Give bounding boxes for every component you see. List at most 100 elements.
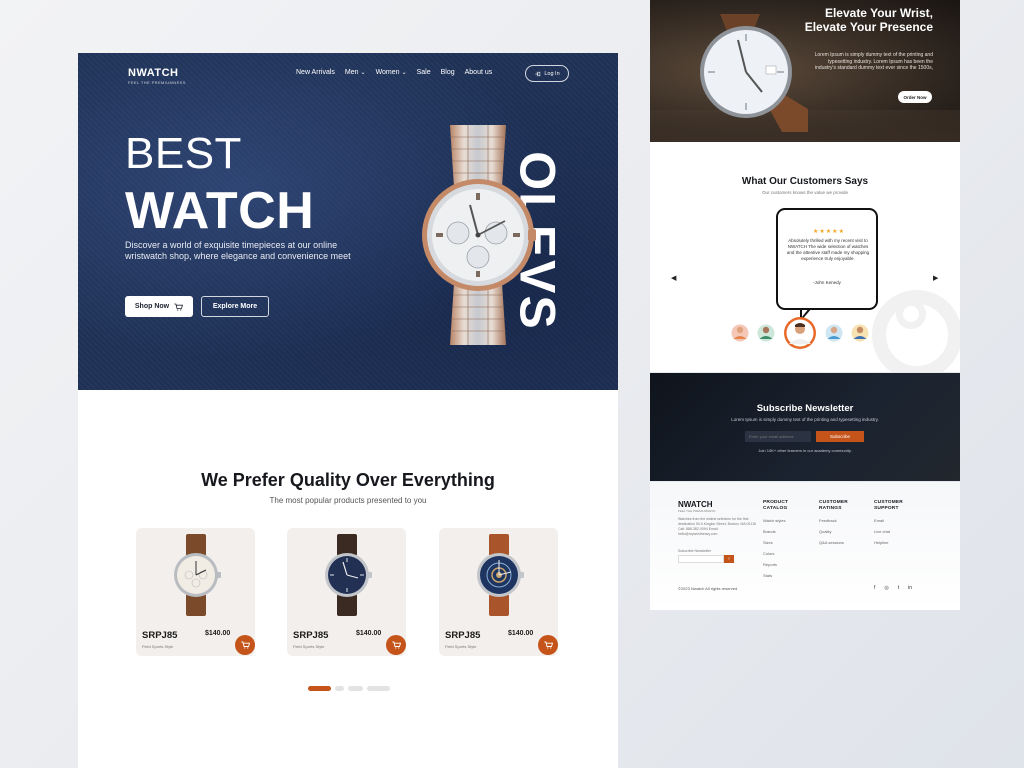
footer-column-product-catalog: PRODUCT CATALOG Watch styles Brands Size… — [763, 500, 809, 578]
pagination-dot[interactable] — [335, 686, 344, 691]
footer-link[interactable]: Quality — [819, 529, 871, 534]
avatar[interactable] — [731, 324, 749, 342]
product-name: SRPJ85 — [142, 630, 178, 641]
cart-icon — [543, 641, 553, 649]
left-arrow-icon[interactable]: ◀ — [671, 274, 676, 282]
subscribe-button[interactable]: Subscribe — [816, 431, 864, 442]
avatar[interactable] — [825, 324, 843, 342]
section-subtitle: The most popular products presented to y… — [269, 496, 427, 505]
shop-now-button[interactable]: Shop Now — [125, 296, 193, 317]
testimonials-section: What Our Customers Says Our customers kn… — [650, 142, 960, 372]
footer-link[interactable]: Brands — [763, 529, 809, 534]
brand-tagline: FEEL THE PREMIUMNESS — [128, 80, 186, 85]
decorative-ring — [896, 299, 926, 329]
hero-description: Discover a world of exquisite timepieces… — [125, 240, 351, 261]
nav-label: Blog — [440, 69, 455, 76]
footer-link[interactable]: Live chat — [874, 529, 918, 534]
instagram-icon[interactable]: ◎ — [884, 585, 888, 591]
cart-icon — [174, 303, 184, 311]
add-to-cart-button[interactable] — [235, 635, 255, 655]
explore-more-button[interactable]: Explore More — [201, 296, 269, 317]
newsletter-section: Subscribe Newsletter Lorem Ipsum is simp… — [650, 373, 960, 481]
footer-link[interactable]: Helpline — [874, 540, 918, 545]
nav-new-arrivals[interactable]: New Arrivals — [296, 69, 335, 76]
product-name: SRPJ85 — [445, 630, 481, 641]
add-to-cart-button[interactable] — [386, 635, 406, 655]
brand-name: NWATCH — [128, 67, 179, 79]
footer-link[interactable]: Stats — [763, 573, 809, 578]
nav-label: About us — [464, 69, 493, 76]
explore-more-label: Explore More — [212, 303, 258, 310]
nav-blog[interactable]: Blog — [441, 69, 455, 76]
footer-link[interactable]: Colors — [763, 551, 809, 556]
main-nav: New Arrivals Men ⌄ Women ⌄ Sale Blog About… — [296, 69, 492, 76]
nav-women[interactable]: Women ⌄ — [376, 69, 407, 76]
hero-section: NWATCH FEEL THE PREMIUMNESS New Arrivals… — [78, 53, 618, 390]
nav-label: Women — [375, 69, 400, 76]
shop-now-label: Shop Now — [134, 303, 170, 310]
login-button[interactable]: Log In — [525, 65, 569, 82]
facebook-icon[interactable]: f — [874, 585, 875, 591]
footer-link[interactable]: Q&A sessions — [819, 540, 871, 545]
pagination-dot[interactable] — [367, 686, 390, 691]
chevron-down-icon: ⌄ — [360, 70, 366, 76]
footer-link[interactable]: Feedback — [819, 518, 871, 523]
section-title: We Prefer Quality Over Everything — [201, 470, 495, 490]
twitter-icon[interactable]: t — [898, 585, 899, 591]
linkedin-icon[interactable]: in — [908, 585, 912, 591]
pagination-dot[interactable] — [348, 686, 363, 691]
product-watch-image — [174, 534, 221, 616]
footer-link[interactable]: Sizes — [763, 540, 809, 545]
testimonial-quote: Absolutely thrilled with my recent visit… — [786, 238, 870, 261]
testimonial-author: -John Kenedy — [813, 280, 841, 285]
footer-email-input[interactable] — [678, 555, 724, 563]
footer-copyright: ©2023 Nwatch All rights reserved — [678, 586, 738, 591]
banner-watch-image — [700, 14, 808, 132]
footer-subscribe-button[interactable]: › — [724, 555, 734, 563]
nav-sale[interactable]: Sale — [417, 69, 431, 76]
product-style: Field Sports Style — [445, 644, 477, 649]
product-watch-image — [477, 534, 524, 616]
footer-link[interactable]: Reports — [763, 562, 809, 567]
footer-tagline: FEEL THE PREMIUMNESS — [678, 509, 716, 513]
nav-label: Men — [344, 69, 359, 76]
carousel-pagination — [308, 686, 390, 691]
landing-page-main: NWATCH FEEL THE PREMIUMNESS New Arrivals… — [78, 53, 618, 768]
product-watch-image — [325, 534, 372, 616]
nav-about-us[interactable]: About us — [465, 69, 493, 76]
chevron-down-icon: ⌄ — [401, 70, 407, 76]
product-price: $140.00 — [356, 630, 382, 637]
brand-logo[interactable]: NWATCH FEEL THE PREMIUMNESS — [128, 67, 186, 85]
footer-social-links: f ◎ t in — [874, 585, 912, 591]
avatar-active[interactable] — [784, 317, 816, 349]
footer-column-customer-support: CUSTOMER SUPPORT Email Live chat Helplin… — [874, 500, 918, 545]
footer-subscribe-label: Subscribe Newsletter — [678, 549, 712, 553]
nav-label: Sale — [416, 69, 431, 76]
newsletter-email-input[interactable] — [745, 431, 811, 442]
footer-brand[interactable]: NWATCH — [678, 500, 713, 509]
product-card[interactable]: SRPJ85 $140.00 Field Sports Style — [439, 528, 558, 656]
cart-icon — [240, 641, 250, 649]
testimonials-title: What Our Customers Says — [741, 176, 869, 187]
product-price: $140.00 — [205, 630, 231, 637]
add-to-cart-button[interactable] — [538, 635, 558, 655]
login-label: Log In — [544, 70, 560, 77]
banner-text: Lorem Ipsum is simply dummy text of the … — [814, 52, 933, 71]
footer-column-heading: CUSTOMER SUPPORT — [874, 500, 903, 511]
footer-column-heading: PRODUCT CATALOG — [763, 500, 789, 511]
hero-watch-image — [422, 125, 536, 345]
promo-banner: Elevate Your Wrist, Elevate Your Presenc… — [650, 0, 960, 142]
arrow-right-icon: › — [728, 556, 730, 562]
footer-link[interactable]: Email — [874, 518, 918, 523]
rating-stars: ★★★★★ — [813, 229, 845, 235]
right-arrow-icon[interactable]: ▶ — [933, 274, 938, 282]
order-now-button[interactable]: Order Now — [898, 91, 932, 103]
pagination-dot-active[interactable] — [308, 686, 331, 691]
nav-men[interactable]: Men ⌄ — [345, 69, 366, 76]
footer-link[interactable]: Watch styles — [763, 518, 809, 523]
product-card[interactable]: SRPJ85 $140.00 Field Sports Style — [287, 528, 406, 656]
product-style: Field Sports Style — [293, 644, 325, 649]
avatar[interactable] — [851, 324, 869, 342]
product-card[interactable]: SRPJ85 $140.00 Field Sports Style — [136, 528, 255, 656]
avatar[interactable] — [757, 324, 775, 342]
